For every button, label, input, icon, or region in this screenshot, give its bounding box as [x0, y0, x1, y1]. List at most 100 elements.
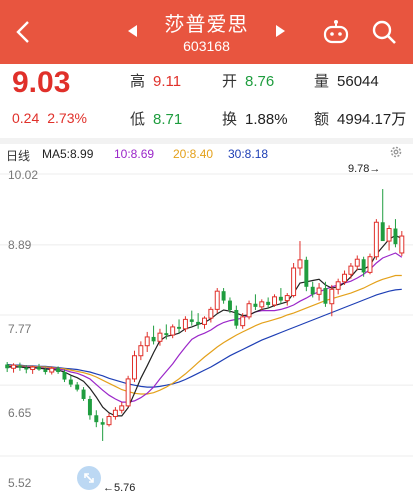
volume-stat: 量 56044: [314, 70, 379, 91]
candle: [100, 418, 105, 441]
candle: [94, 410, 99, 428]
candle: [399, 231, 405, 257]
candle: [380, 189, 385, 242]
candle: [87, 395, 92, 420]
ma5-value: MA5:8.99: [42, 147, 94, 161]
price-change: 0.24 2.73%: [12, 110, 95, 126]
candle: [373, 219, 379, 260]
ma30-value: 30:8.18: [228, 147, 269, 161]
candle-body: [246, 303, 252, 318]
ma20-value: 20:8.40: [173, 147, 214, 161]
y-tick-label: 7.77: [8, 322, 32, 336]
candle: [170, 324, 176, 339]
candle: [5, 362, 10, 373]
candle: [316, 283, 322, 301]
next-arrow-icon[interactable]: [273, 24, 287, 38]
candle: [112, 407, 118, 420]
candle-body: [348, 265, 354, 275]
volume-value: 56044: [337, 73, 379, 90]
candle-body: [221, 291, 226, 301]
y-tick-label: 6.65: [8, 406, 32, 420]
ma-legend-bar: 日线 MA5:8.99 10:8.69 20:8.40 30:8.18: [0, 144, 413, 164]
amount-label: 额: [314, 111, 330, 128]
stock-name: 莎普爱思: [164, 14, 249, 36]
candle-body: [81, 389, 86, 399]
candle-body: [151, 336, 156, 342]
max-price-annotation: 9.78→: [348, 163, 381, 175]
candle-body: [380, 222, 385, 242]
candle-body: [266, 301, 271, 305]
candle: [284, 293, 290, 306]
top-nav-bar: 莎普爱思 603168: [0, 0, 413, 64]
candle-body: [49, 367, 55, 373]
candle: [266, 297, 271, 309]
candle-body: [182, 318, 188, 330]
candle: [144, 331, 150, 352]
candle-body: [94, 415, 99, 423]
candle: [106, 413, 112, 427]
quote-panel: 9.03 0.24 2.73% 高 9.11 开 8.76 量 56044 低 8.71 …: [0, 64, 413, 138]
candle: [278, 288, 283, 304]
candle-body: [234, 309, 239, 326]
candle-body: [157, 332, 163, 342]
candle: [253, 294, 258, 310]
candle-body: [227, 300, 232, 310]
candle-body: [310, 286, 315, 295]
high-label: 高: [130, 73, 146, 90]
candle-body: [30, 366, 36, 371]
candlestick-chart[interactable]: [0, 164, 413, 503]
candle-body: [208, 308, 214, 319]
candle-body: [196, 321, 201, 325]
period-selector[interactable]: 日线: [6, 147, 30, 164]
candle: [221, 288, 226, 304]
candle-body: [323, 288, 328, 304]
candle: [11, 363, 17, 373]
candle-body: [361, 259, 366, 273]
candle-body: [138, 345, 144, 357]
candle-body: [329, 288, 335, 305]
candle-body: [24, 367, 29, 370]
candle: [214, 288, 220, 314]
low-value: 8.71: [153, 111, 183, 128]
low-stat: 低 8.71: [130, 108, 182, 129]
open-value: 8.76: [245, 73, 275, 90]
gear-icon[interactable]: [389, 145, 403, 159]
candle-body: [164, 333, 169, 336]
y-tick-label: 10.02: [8, 168, 39, 182]
candle: [202, 316, 207, 329]
candle: [367, 253, 373, 275]
candle-body: [62, 372, 67, 380]
amount-value: 4994.17万: [337, 111, 407, 128]
candle-body: [373, 221, 379, 258]
candle-body: [291, 267, 297, 297]
candle: [291, 262, 297, 298]
candle: [393, 219, 398, 248]
candle-body: [112, 409, 118, 418]
candle-body: [316, 287, 322, 295]
candle-body: [272, 296, 277, 306]
open-label: 开: [222, 73, 238, 90]
candle: [234, 305, 239, 329]
candle-body: [354, 258, 360, 267]
candle: [386, 225, 392, 251]
candle-body: [132, 355, 137, 380]
candle-body: [335, 281, 341, 290]
candle-body: [342, 273, 348, 283]
candle: [119, 402, 125, 414]
candle-body: [189, 319, 194, 322]
candle: [37, 363, 41, 371]
robot-assistant-icon[interactable]: [322, 18, 350, 46]
candle-body: [278, 296, 283, 301]
candle: [75, 382, 80, 392]
fullscreen-button[interactable]: [77, 466, 101, 490]
candle: [304, 256, 309, 292]
candle-body: [214, 290, 220, 310]
search-icon[interactable]: [370, 18, 398, 46]
candle-body: [177, 326, 182, 329]
turnover-value: 1.88%: [245, 111, 288, 128]
candle-body: [393, 228, 398, 245]
candle-body: [106, 416, 112, 426]
candle-body: [386, 228, 392, 242]
candle-body: [17, 365, 22, 368]
candle-body: [399, 235, 405, 254]
